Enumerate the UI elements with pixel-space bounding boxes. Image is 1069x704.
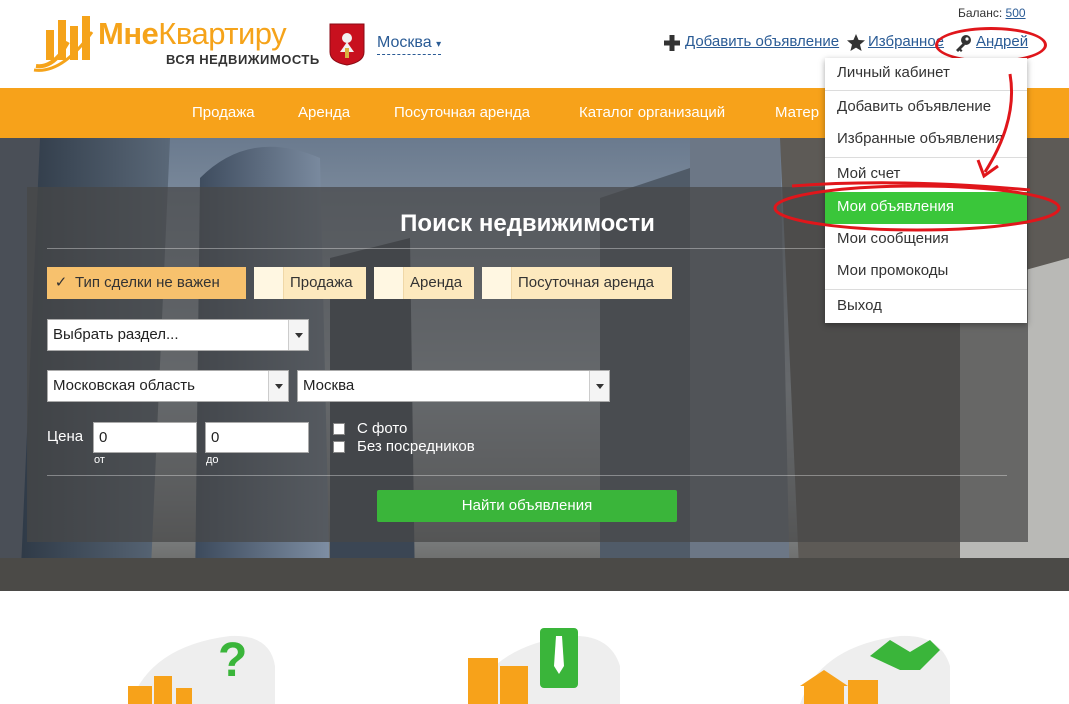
checkbox-empty	[482, 267, 512, 299]
divider	[47, 475, 1007, 476]
with-photo-label: С фото	[357, 420, 408, 437]
nav-item-sale[interactable]: Продажа	[192, 104, 255, 121]
balance: Баланс: 500	[958, 6, 1026, 20]
menu-separator	[825, 289, 1027, 290]
logo-name: МнеКвартиру	[98, 16, 287, 51]
chevron-down-icon	[268, 371, 288, 401]
building-logo-icon	[33, 16, 94, 72]
svg-text:?: ?	[218, 634, 247, 687]
price-label: Цена	[47, 428, 84, 445]
menu-separator	[825, 157, 1027, 158]
deal-type-rent[interactable]: Аренда	[374, 267, 474, 299]
balance-value-link[interactable]: 500	[1006, 6, 1026, 20]
menu-item-personal-account[interactable]: Личный кабинет	[825, 58, 1027, 90]
chevron-down-icon: ▾	[436, 39, 442, 50]
favorites-link[interactable]: Избранное	[868, 33, 944, 50]
nav-item-rent[interactable]: Аренда	[298, 104, 350, 121]
with-photo-checkbox[interactable]	[333, 423, 345, 435]
find-listings-button[interactable]: Найти объявления	[377, 490, 677, 522]
star-icon	[847, 34, 865, 51]
site-logo[interactable]: МнеКвартиру ВСЯ НЕДВИЖИМОСТЬ	[32, 12, 319, 74]
add-listing-link[interactable]: Добавить объявление	[685, 33, 839, 50]
price-to-input[interactable]: 0	[205, 422, 309, 453]
deal-type-any[interactable]: ✓ Тип сделки не важен	[47, 267, 246, 299]
price-from-input[interactable]: 0	[93, 422, 197, 453]
no-agents-label: Без посредников	[357, 438, 475, 455]
menu-item-my-account[interactable]: Мой счет	[825, 159, 1027, 191]
question-buildings-icon: ?	[128, 634, 275, 704]
moscow-coat-of-arms-icon	[329, 23, 365, 66]
menu-item-my-messages[interactable]: Мои сообщения	[825, 224, 1027, 256]
checkbox-empty	[374, 267, 404, 299]
city-select[interactable]: Москва	[297, 370, 610, 402]
no-agents-checkbox[interactable]	[333, 441, 345, 453]
menu-item-my-listings[interactable]: Мои объявления	[825, 192, 1027, 224]
price-from-label: от	[94, 454, 105, 466]
deal-type-daily[interactable]: Посуточная аренда	[482, 267, 672, 299]
nav-item-catalog[interactable]: Каталог организаций	[579, 104, 725, 121]
nav-item-materials[interactable]: Матер	[775, 104, 819, 121]
menu-item-my-promocodes[interactable]: Мои промокоды	[825, 256, 1027, 288]
region-select[interactable]: Московская область	[47, 370, 289, 402]
city-name: Москва	[377, 34, 432, 51]
business-buildings-icon	[468, 628, 620, 704]
balance-label: Баланс:	[958, 6, 1003, 20]
deal-type-sale[interactable]: Продажа	[254, 267, 366, 299]
user-dropdown-menu: Личный кабинет Добавить объявление Избра…	[825, 58, 1027, 323]
plus-icon	[664, 35, 680, 51]
price-to-label: до	[206, 454, 219, 466]
handshake-house-icon	[800, 635, 950, 704]
logo-tagline: ВСЯ НЕДВИЖИМОСТЬ	[166, 52, 320, 67]
menu-item-add-listing[interactable]: Добавить объявление	[825, 92, 1027, 124]
chevron-down-icon	[589, 371, 609, 401]
menu-item-logout[interactable]: Выход	[825, 291, 1027, 323]
menu-separator	[825, 90, 1027, 91]
city-selector[interactable]: Москва ▾	[377, 34, 442, 55]
chevron-down-icon	[288, 320, 308, 350]
menu-item-favorites[interactable]: Избранные объявления	[825, 124, 1027, 156]
checkbox-empty	[254, 267, 284, 299]
nav-item-daily-rent[interactable]: Посуточная аренда	[394, 104, 530, 121]
check-icon: ✓	[54, 274, 68, 291]
section-select[interactable]: Выбрать раздел...	[47, 319, 309, 351]
